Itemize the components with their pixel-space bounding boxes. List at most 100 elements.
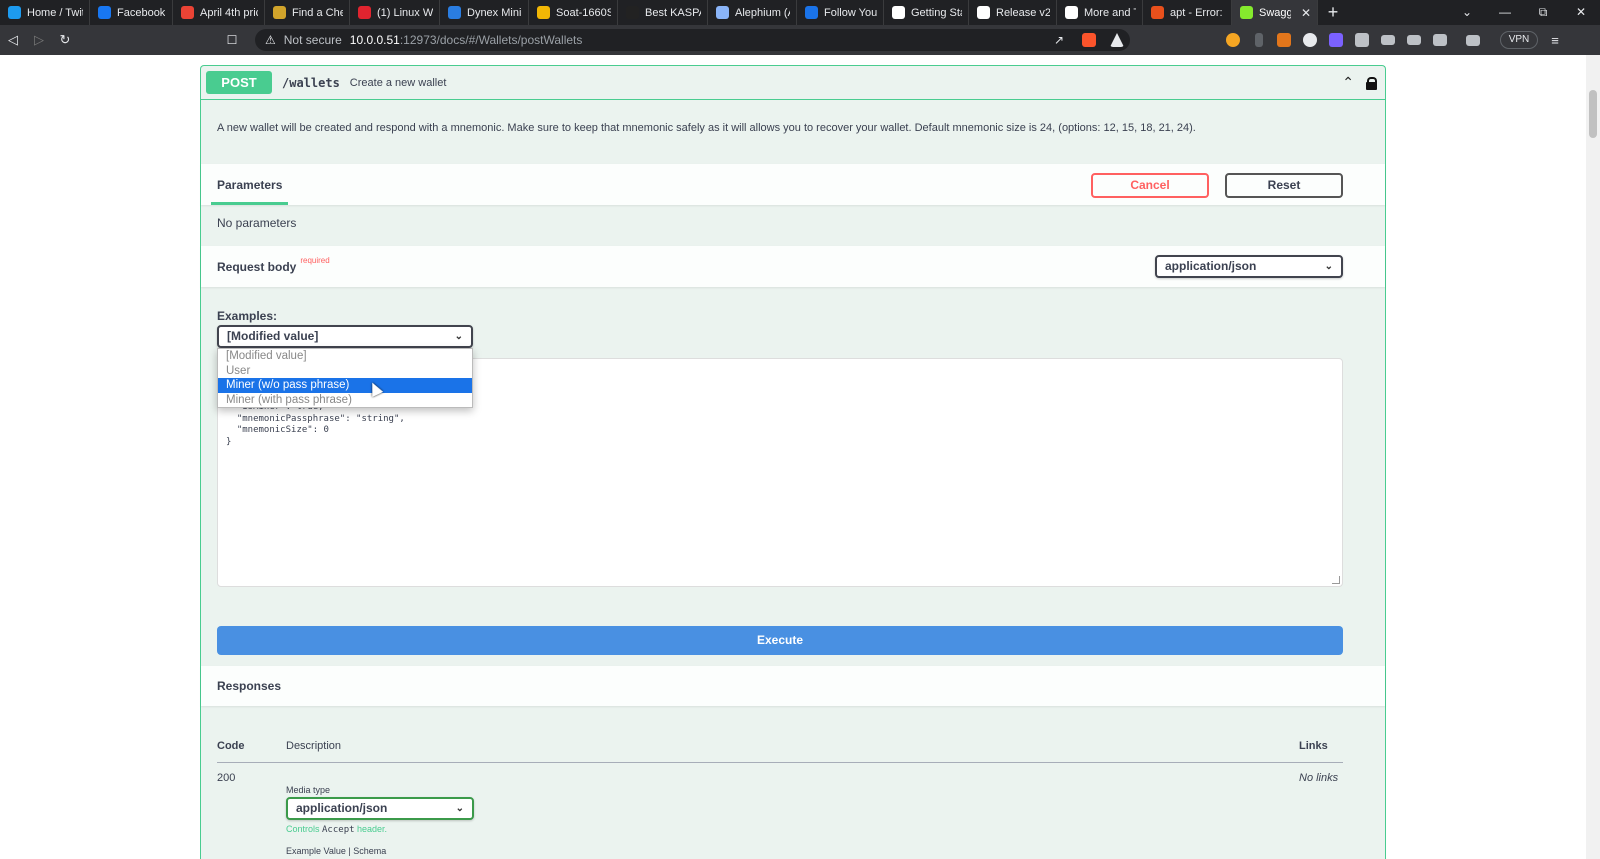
tab-favicon-icon bbox=[98, 6, 111, 19]
bookmark-icon[interactable]: ☐ bbox=[224, 33, 240, 47]
tab-label: Best KASPA K bbox=[645, 6, 701, 19]
forward-icon[interactable]: ▷ bbox=[26, 32, 52, 48]
browser-tab[interactable]: Release v2.1.1 bbox=[969, 0, 1057, 25]
wallet-icon[interactable] bbox=[1466, 35, 1480, 46]
table-divider bbox=[217, 762, 1343, 763]
controls-accept-note: Controls Accept header. bbox=[286, 824, 388, 835]
download-icon[interactable] bbox=[1407, 35, 1421, 45]
tab-label: Follow Your F bbox=[824, 6, 877, 19]
examples-label: Examples: bbox=[217, 309, 278, 323]
sidebar-icon[interactable] bbox=[1433, 34, 1447, 46]
back-icon[interactable]: ◁ bbox=[0, 32, 26, 48]
chevron-up-icon[interactable]: ⌃ bbox=[1342, 74, 1354, 91]
tab-label: (1) Linux Wor bbox=[377, 6, 433, 19]
tab-favicon-icon bbox=[8, 6, 21, 19]
method-badge: POST bbox=[206, 71, 272, 94]
page-scrollbar[interactable] bbox=[1586, 55, 1600, 859]
share-icon[interactable]: ↗ bbox=[1054, 33, 1064, 47]
browser-tab[interactable]: Swagger ✕ bbox=[1232, 0, 1318, 25]
operation-summary[interactable]: POST /wallets Create a new wallet ⌃ bbox=[201, 66, 1385, 100]
extension-dim-icon[interactable] bbox=[1255, 33, 1263, 47]
tab-favicon-icon bbox=[181, 6, 194, 19]
menu-icon[interactable]: ≡ bbox=[1542, 33, 1568, 48]
browser-tab[interactable]: Home / Twitte bbox=[0, 0, 90, 25]
chevron-down-icon: ⌄ bbox=[1324, 261, 1333, 272]
tab-favicon-icon bbox=[1240, 6, 1253, 19]
browser-tab[interactable]: (1) Linux Wor bbox=[350, 0, 440, 25]
extension-purple-icon[interactable] bbox=[1329, 33, 1343, 47]
chevron-down-icon: ⌄ bbox=[454, 331, 463, 342]
no-parameters-text: No parameters bbox=[217, 216, 297, 230]
dropdown-option[interactable]: [Modified value] bbox=[218, 349, 472, 364]
close-window-icon[interactable]: ✕ bbox=[1562, 5, 1600, 20]
cancel-button[interactable]: Cancel bbox=[1091, 173, 1209, 198]
extension-a-icon[interactable] bbox=[1303, 33, 1317, 47]
chevron-down-icon: ⌄ bbox=[455, 803, 464, 814]
browser-tab[interactable]: Facebook bbox=[90, 0, 173, 25]
tab-label: apt - Error: "c bbox=[1170, 6, 1225, 19]
operation-description: A new wallet will be created and respond… bbox=[217, 122, 1196, 134]
browser-tab[interactable]: apt - Error: "c bbox=[1143, 0, 1232, 25]
media-type-label: Media type bbox=[286, 785, 331, 795]
browser-tab[interactable]: Soat-1660S d bbox=[529, 0, 618, 25]
browser-tab[interactable]: Follow Your F bbox=[797, 0, 884, 25]
execute-button[interactable]: Execute bbox=[217, 626, 1343, 655]
browser-tab[interactable]: Find a Chevy bbox=[265, 0, 350, 25]
tab-favicon-icon bbox=[448, 6, 461, 19]
tab-favicon-icon bbox=[1151, 6, 1164, 19]
restore-icon[interactable]: ⧉ bbox=[1524, 5, 1562, 20]
warning-icon[interactable]: ⚠ bbox=[265, 33, 276, 47]
tab-label: More and Tro bbox=[1084, 6, 1136, 19]
responses-header: Responses bbox=[201, 666, 1385, 706]
no-links-text: No links bbox=[1299, 772, 1339, 784]
tab-favicon-icon bbox=[626, 6, 639, 19]
tab-label: Dynex Mining bbox=[467, 6, 522, 19]
tab-label: Home / Twitte bbox=[27, 6, 83, 19]
col-links-header: Links bbox=[1299, 740, 1328, 752]
tab-label: April 4th pric bbox=[200, 6, 258, 19]
playlist-icon[interactable] bbox=[1381, 35, 1395, 45]
vpn-button[interactable]: VPN bbox=[1500, 31, 1538, 49]
request-body-header: Request body required application/json ⌄ bbox=[201, 246, 1385, 287]
extension-coin-icon[interactable] bbox=[1226, 33, 1240, 47]
browser-tab[interactable]: Best KASPA K bbox=[618, 0, 708, 25]
example-value-schema-tabs[interactable]: Example Value | Schema bbox=[286, 846, 386, 856]
response-media-type-select[interactable]: application/json ⌄ bbox=[286, 797, 474, 820]
examples-selected-value: [Modified value] bbox=[227, 329, 319, 343]
browser-tab[interactable]: April 4th pric bbox=[173, 0, 265, 25]
request-body-code: "isMiner": true, "mnemonicPassphrase": "… bbox=[226, 402, 405, 447]
scrollbar-thumb[interactable] bbox=[1589, 90, 1597, 138]
dropdown-option[interactable]: User bbox=[218, 364, 472, 379]
browser-tab[interactable]: More and Tro bbox=[1057, 0, 1143, 25]
brave-shields-icon[interactable] bbox=[1082, 33, 1096, 47]
reload-icon[interactable]: ↻ bbox=[52, 32, 78, 48]
browser-tab[interactable]: Dynex Mining bbox=[440, 0, 529, 25]
dropdown-option[interactable]: Miner (with pass phrase) bbox=[218, 393, 472, 408]
address-bar[interactable]: ⚠ Not secure 10.0.0.51:12973/docs/#/Wall… bbox=[255, 29, 1130, 51]
reset-button[interactable]: Reset bbox=[1225, 173, 1343, 198]
operation-path: /wallets bbox=[282, 75, 340, 90]
parameters-header: Parameters Cancel Reset bbox=[201, 164, 1385, 205]
new-tab-button[interactable]: + bbox=[1318, 2, 1348, 23]
resize-handle-icon[interactable] bbox=[1332, 576, 1340, 584]
operation-summary-text: Create a new wallet bbox=[349, 76, 447, 89]
metamask-icon[interactable] bbox=[1277, 33, 1291, 47]
media-type-value: application/json bbox=[296, 801, 388, 815]
minimize-icon[interactable]: — bbox=[1486, 5, 1524, 20]
tab-label: Find a Chevy bbox=[292, 6, 343, 19]
browser-tab[interactable]: Getting Starte bbox=[884, 0, 969, 25]
extensions-puzzle-icon[interactable] bbox=[1355, 33, 1369, 47]
content-type-select[interactable]: application/json ⌄ bbox=[1155, 255, 1343, 278]
dropdown-option-highlighted[interactable]: Miner (w/o pass phrase) bbox=[218, 378, 472, 393]
tab-parameters[interactable]: Parameters bbox=[210, 164, 289, 205]
tab-label: Soat-1660S d bbox=[556, 6, 611, 19]
lock-icon[interactable] bbox=[1366, 76, 1377, 90]
examples-dropdown-list: [Modified value] User Miner (w/o pass ph… bbox=[217, 348, 473, 408]
url-text: 10.0.0.51:12973/docs/#/Wallets/postWalle… bbox=[349, 33, 583, 47]
examples-select[interactable]: [Modified value] ⌄ bbox=[217, 325, 473, 348]
required-marker: required bbox=[300, 256, 330, 265]
close-tab-icon[interactable]: ✕ bbox=[1301, 6, 1311, 20]
browser-tab[interactable]: Alephium (AL bbox=[708, 0, 797, 25]
tab-search-icon[interactable]: ⌄ bbox=[1448, 5, 1486, 20]
tab-favicon-icon bbox=[273, 6, 286, 19]
